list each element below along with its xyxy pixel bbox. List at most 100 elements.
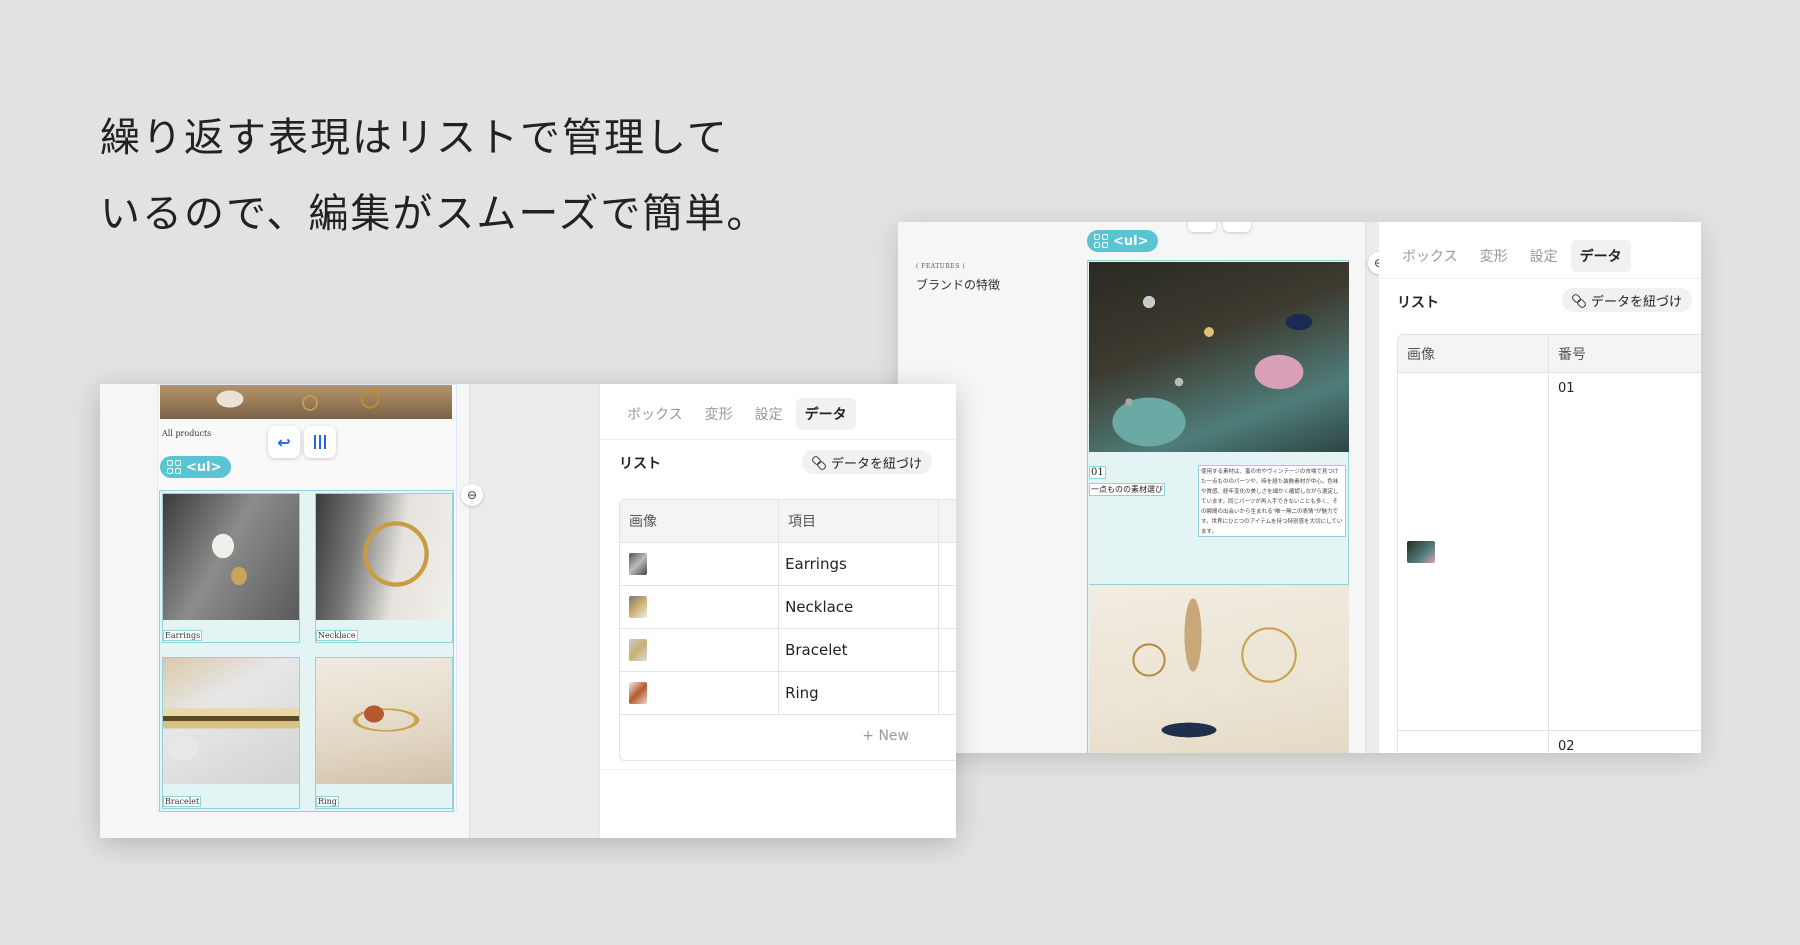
ring-photo[interactable] — [316, 658, 452, 784]
features-list[interactable]: 01 一点ものの素材選び 使用する素材は、蚤の市やヴィンテージの市場で見つけた一… — [1087, 260, 1349, 753]
back-properties-panel: ボックス 変形 設定 データ リスト データを紐づけ 画像 番号 01 02 — [1379, 222, 1701, 753]
tab-box[interactable]: ボックス — [1393, 240, 1467, 272]
list-item[interactable]: Bracelet — [162, 657, 300, 809]
bind-data-button[interactable]: データを紐づけ — [802, 450, 933, 474]
tab-data[interactable]: データ — [1570, 240, 1631, 272]
tab-transform[interactable]: 変形 — [1471, 240, 1517, 272]
divider — [600, 439, 956, 440]
card-caption[interactable]: Bracelet — [163, 796, 202, 807]
headline-line-1: 繰り返す表現はリストで管理して — [100, 115, 729, 161]
front-properties-panel: ボックス 変形 設定 データ リスト データを紐づけ 画像 項目 Earring… — [599, 384, 956, 838]
back-data-table: 画像 番号 01 02 — [1397, 334, 1701, 753]
image-cell[interactable] — [1398, 731, 1550, 753]
tab-box[interactable]: ボックス — [618, 398, 692, 430]
table-header: 画像 項目 — [620, 500, 956, 543]
list-item[interactable]: Necklace — [315, 493, 453, 643]
tab-data[interactable]: データ — [795, 398, 856, 430]
front-data-table: 画像 項目 Earrings Necklace Bracelet Ring + … — [619, 499, 956, 761]
headline-line-2: いるので、編集がスムーズで簡単。 — [100, 191, 769, 237]
chain-link-icon — [812, 455, 826, 469]
item-cell[interactable]: Bracelet — [779, 629, 940, 671]
workbench-photo[interactable] — [1089, 584, 1349, 753]
features-title: ブランドの特徴 — [916, 278, 1001, 292]
column-header[interactable]: 番号 — [1549, 335, 1701, 372]
empty-cell[interactable] — [939, 672, 956, 714]
item-cell[interactable]: Earrings — [779, 543, 940, 585]
list-item[interactable]: Earrings — [162, 493, 300, 643]
item-cell[interactable]: Ring — [779, 672, 940, 714]
tab-settings[interactable]: 設定 — [746, 398, 792, 430]
necklace-photo[interactable] — [316, 494, 452, 620]
columns-icon[interactable] — [304, 426, 336, 458]
canvas-tool-button[interactable] — [1188, 222, 1216, 232]
image-cell[interactable] — [620, 672, 780, 714]
divider — [1379, 278, 1701, 279]
image-cell[interactable] — [620, 629, 780, 671]
headline: 繰り返す表現はリストで管理して いるので、編集がスムーズで簡単。 — [100, 100, 768, 252]
product-list[interactable]: Earrings Necklace Bracelet Ring — [159, 490, 454, 812]
item-title[interactable]: 一点ものの素材選び — [1089, 483, 1165, 496]
ul-element-badge[interactable]: <ul> — [1087, 230, 1158, 252]
empty-cell[interactable] — [939, 543, 956, 585]
ul-badge-label: <ul> — [186, 459, 222, 475]
item-number[interactable]: 01 — [1089, 466, 1106, 479]
card-caption[interactable]: Earrings — [163, 630, 203, 641]
jewelry-photo[interactable] — [1089, 262, 1349, 452]
bracelet-thumbnail — [629, 639, 647, 661]
table-row[interactable]: 02 — [1398, 731, 1701, 753]
card-caption[interactable]: Necklace — [316, 630, 358, 641]
front-editor-window: All products ↩ <ul> Earrings Necklace Br… — [100, 384, 956, 838]
grid-icon — [1094, 234, 1108, 248]
image-cell[interactable] — [620, 586, 780, 628]
table-row[interactable]: Ring — [620, 672, 956, 715]
all-products-heading[interactable]: All products — [162, 429, 211, 438]
side-strip — [469, 384, 599, 838]
grid-icon — [167, 460, 181, 474]
image-cell[interactable] — [620, 543, 780, 585]
table-header: 画像 番号 — [1398, 335, 1701, 373]
return-arrow-icon[interactable]: ↩ — [268, 426, 300, 458]
banner-photo[interactable] — [160, 385, 452, 419]
front-canvas: All products ↩ <ul> Earrings Necklace Br… — [100, 384, 469, 838]
bind-data-label: データを紐づけ — [1591, 294, 1683, 310]
side-strip — [1365, 222, 1379, 753]
image-cell[interactable] — [1398, 373, 1550, 730]
front-panel-tabs: ボックス 変形 設定 データ — [618, 398, 856, 430]
number-cell[interactable]: 02 — [1549, 731, 1701, 753]
features-eyebrow: ( FEATURES ) — [916, 263, 966, 270]
bind-data-label: データを紐づけ — [831, 456, 923, 472]
canvas-tool-button[interactable] — [1223, 222, 1251, 232]
item-cell[interactable]: Necklace — [779, 586, 940, 628]
column-header[interactable] — [939, 500, 956, 542]
list-label: リスト — [619, 456, 661, 472]
link-icon[interactable]: ⊖ — [461, 484, 483, 506]
empty-cell[interactable] — [939, 629, 956, 671]
card-caption[interactable]: Ring — [316, 796, 339, 807]
column-header[interactable]: 項目 — [779, 500, 940, 542]
column-header[interactable]: 画像 — [1398, 335, 1550, 372]
table-row[interactable]: 01 — [1398, 373, 1701, 731]
tab-transform[interactable]: 変形 — [696, 398, 742, 430]
back-editor-window: ( FEATURES ) ブランドの特徴 <ul> 01 一点ものの素材選び 使… — [898, 222, 1701, 753]
number-cell[interactable]: 01 — [1549, 373, 1701, 730]
table-row[interactable]: Earrings — [620, 543, 956, 586]
necklace-thumbnail — [629, 596, 647, 618]
column-header[interactable]: 画像 — [620, 500, 780, 542]
earrings-photo[interactable] — [163, 494, 299, 620]
bracelet-photo[interactable] — [163, 658, 299, 784]
earrings-thumbnail — [629, 553, 647, 575]
list-label: リスト — [1397, 295, 1439, 311]
chain-link-icon — [1572, 293, 1586, 307]
new-row-button[interactable]: + New — [620, 715, 956, 756]
jewelry-thumbnail — [1407, 540, 1435, 563]
list-item[interactable]: Ring — [315, 657, 453, 809]
tab-settings[interactable]: 設定 — [1521, 240, 1567, 272]
table-row[interactable]: Necklace — [620, 586, 956, 629]
table-row[interactable]: Bracelet — [620, 629, 956, 672]
ul-element-badge[interactable]: <ul> — [160, 456, 231, 478]
empty-cell[interactable] — [939, 586, 956, 628]
bind-data-button[interactable]: データを紐づけ — [1562, 288, 1693, 312]
back-canvas: ( FEATURES ) ブランドの特徴 <ul> 01 一点ものの素材選び 使… — [898, 222, 1365, 753]
back-panel-tabs: ボックス 変形 設定 データ — [1393, 240, 1631, 272]
item-description[interactable]: 使用する素材は、蚤の市やヴィンテージの市場で見つけた一点もののパーツや、時を経た… — [1198, 465, 1346, 537]
